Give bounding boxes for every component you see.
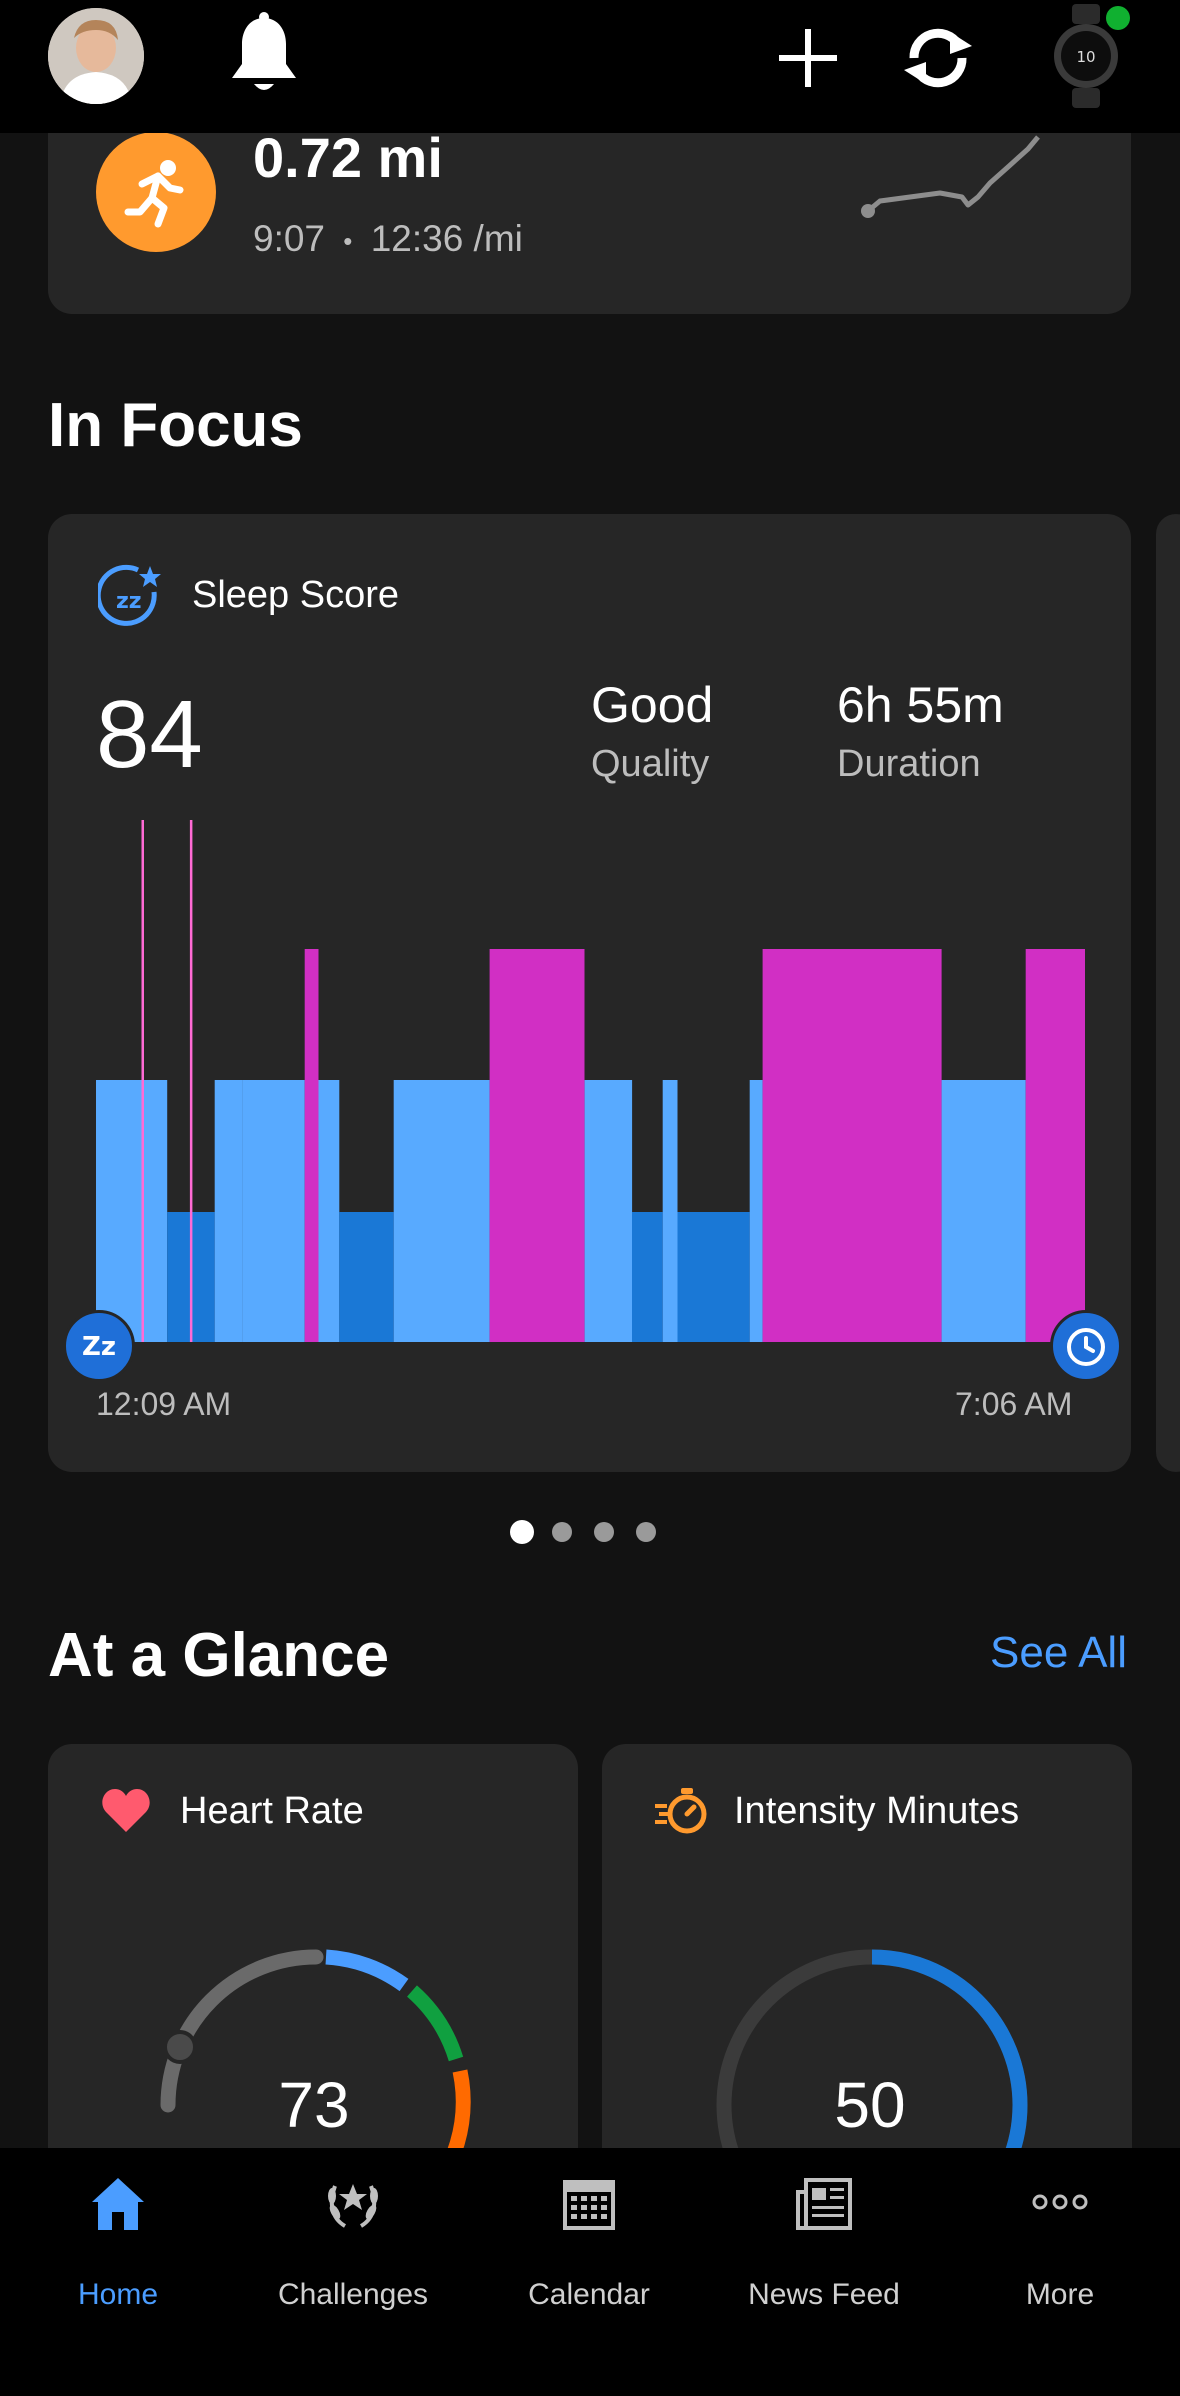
svg-text:Zz: Zz [82, 1332, 116, 1362]
device-connected-indicator [1106, 6, 1130, 30]
sleep-start-time: 12:09 AM [96, 1386, 232, 1422]
sleep-segment-light [318, 1080, 340, 1342]
intensity-minutes-title: Intensity Minutes [734, 1790, 1020, 1832]
heart-rate-title: Heart Rate [180, 1790, 364, 1832]
nav-more[interactable]: More [960, 2172, 1160, 2312]
nav-calendar[interactable]: Calendar [489, 2172, 689, 2312]
pager-dot[interactable] [510, 1520, 534, 1544]
carousel-pager[interactable] [510, 1520, 680, 1546]
nav-home[interactable]: Home [18, 2172, 218, 2312]
sleep-score-value: 84 [96, 681, 203, 788]
sleep-score-title: Sleep Score [192, 574, 400, 616]
svg-text:zz: zz [116, 589, 142, 614]
activity-distance: 0.72 mi [253, 126, 443, 189]
nav-label-home: Home [77, 2278, 159, 2311]
sleep-segment-deep [339, 1212, 394, 1342]
nav-challenges[interactable]: Challenges [253, 2172, 453, 2312]
intensity-minutes-value: 50 [834, 2069, 906, 2141]
svg-text:10: 10 [1076, 48, 1095, 66]
nav-label-news-feed: News Feed [748, 2278, 900, 2311]
sync-icon[interactable] [896, 18, 980, 98]
nav-news-feed[interactable]: News Feed [724, 2172, 924, 2312]
pager-dot[interactable] [552, 1522, 572, 1542]
sleep-segment-light [662, 1080, 678, 1342]
newspaper-icon [796, 2178, 852, 2230]
heart-rate-value: 73 [278, 2069, 350, 2141]
home-icon [92, 2178, 144, 2230]
sleep-stage-chart [96, 820, 1085, 1342]
sleep-segment-rem [304, 949, 319, 1342]
pager-dot[interactable] [594, 1522, 614, 1542]
sleep-segment-deep [632, 1212, 663, 1342]
sleep-start-icon: Zz [63, 1310, 135, 1382]
sleep-segment-light [214, 1080, 243, 1342]
route-map [861, 135, 1040, 218]
sleep-segment-light [393, 1080, 490, 1342]
sleep-duration-value: 6h 55m [837, 677, 1004, 733]
sleep-segment-rem [489, 949, 585, 1342]
laurel-icon [328, 2184, 378, 2228]
top-app-bar: 10 [0, 0, 1180, 133]
nav-label-more: More [1025, 2278, 1095, 2311]
nav-label-calendar: Calendar [528, 2278, 650, 2311]
wake-alarm-icon [1050, 1310, 1122, 1382]
running-icon [96, 132, 216, 252]
section-title-at-a-glance: At a Glance [48, 1621, 390, 1690]
pager-dot[interactable] [636, 1522, 656, 1542]
sleep-segment-light [749, 1080, 763, 1342]
sleep-segment-awake [141, 820, 144, 1342]
sleep-segment-deep [677, 1212, 750, 1342]
calendar-icon [563, 2180, 615, 2230]
sleep-duration-label: Duration [837, 743, 981, 785]
bottom-navigation: Home Challenges Calendar News Feed More [0, 2148, 1180, 2396]
sleep-segment-light [242, 1080, 305, 1342]
next-focus-card[interactable] [1156, 514, 1180, 1472]
see-all-link[interactable]: See All [990, 1628, 1127, 1678]
meta-separator: • [343, 225, 353, 256]
sleep-segment-light [96, 1080, 168, 1342]
sleep-segment-awake [189, 820, 193, 1342]
nav-label-challenges: Challenges [277, 2278, 429, 2311]
activity-pace: 12:36 /mi [370, 218, 523, 259]
avatar-photo-icon [48, 8, 144, 104]
sleep-segment-light [941, 1080, 1026, 1342]
sleep-score-icon: zz [98, 564, 161, 626]
sleep-segment-rem [762, 949, 942, 1342]
activity-meta: 9:07 • 12:36 /mi [253, 218, 523, 260]
sleep-end-time: 7:06 AM [955, 1386, 1073, 1422]
section-title-in-focus: In Focus [48, 391, 303, 460]
sleep-segment-light [584, 1080, 633, 1342]
sleep-quality-label: Quality [591, 743, 710, 785]
sleep-quality-value: Good [591, 677, 714, 733]
user-avatar[interactable] [48, 8, 144, 104]
sleep-segment-rem [1025, 949, 1085, 1342]
activity-duration: 9:07 [253, 218, 326, 259]
more-icon [1032, 2194, 1088, 2210]
heart-icon [102, 1789, 150, 1832]
plus-icon[interactable] [775, 25, 841, 91]
stopwatch-icon [655, 1788, 707, 1834]
bell-icon[interactable] [226, 12, 302, 98]
